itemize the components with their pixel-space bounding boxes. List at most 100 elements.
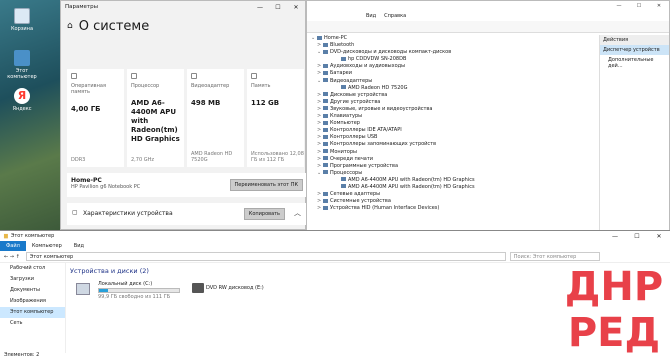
tree-node[interactable]: > Контроллеры IDE ATA/ATAPI xyxy=(311,127,601,134)
actions-header: Действия xyxy=(600,35,669,45)
devmgr-title: Диспетчер устройств xyxy=(309,3,366,9)
nav-item-desktop[interactable]: Рабочий стол xyxy=(0,263,65,274)
minimize-icon[interactable]: — xyxy=(609,3,629,9)
tree-node[interactable]: > Программные устройства xyxy=(311,163,601,170)
card-storage: Память 112 GB Использовано 12,08 ГБ из 1… xyxy=(247,69,304,167)
device-characteristics-panel: ▢ Характеристики устройства Копировать ︿ xyxy=(67,203,307,225)
nav-item-pictures[interactable]: Изображения xyxy=(0,296,65,307)
device-icon xyxy=(323,70,328,75)
device-icon xyxy=(341,177,346,182)
search-input[interactable]: Поиск: Этот компьютер xyxy=(509,252,600,261)
device-icon xyxy=(323,99,328,104)
tree-node[interactable]: > Звуковые, игровые и видеоустройства xyxy=(311,106,601,113)
nav-item-downloads[interactable]: Загрузки xyxy=(0,274,65,285)
rename-pc-button[interactable]: Переименовать этот ПК xyxy=(229,179,303,191)
back-icon[interactable]: ← xyxy=(4,254,8,260)
tree-node[interactable]: AMD A6-4400M APU with Radeon(tm) HD Grap… xyxy=(311,177,601,184)
device-icon xyxy=(341,56,346,61)
device-icon xyxy=(323,78,328,83)
tree-node[interactable]: hp CDDVDW SN-208DB xyxy=(311,56,601,63)
device-icon xyxy=(323,198,328,203)
desktop-icon-yandex[interactable]: Я Яндекс xyxy=(4,88,40,112)
tree-node[interactable]: > Сетевые адаптеры xyxy=(311,191,601,198)
device-icon xyxy=(323,141,328,146)
tree-node[interactable]: ⌄ Процессоры xyxy=(311,170,601,177)
info-icon: ▢ xyxy=(72,209,78,216)
desktop-icon-recycle-bin[interactable]: Корзина xyxy=(4,8,40,32)
device-icon xyxy=(341,184,346,189)
group-header[interactable]: Устройства и диски (2) xyxy=(70,267,149,275)
action-more[interactable]: Дополнительные дей... xyxy=(600,55,669,71)
tree-node[interactable]: > Устройства HID (Human Interface Devices… xyxy=(311,205,601,212)
ribbon-computer-tab[interactable]: Компьютер xyxy=(26,243,68,249)
ribbon-view-tab[interactable]: Вид xyxy=(68,243,90,249)
menu-view[interactable]: Вид xyxy=(366,13,376,19)
ribbon-file-tab[interactable]: Файл xyxy=(0,241,26,251)
tree-node[interactable]: ⌄ Видеоадаптеры xyxy=(311,78,601,85)
storage-icon xyxy=(251,73,257,79)
address-input[interactable]: Этот компьютер xyxy=(25,252,506,261)
device-icon xyxy=(323,92,328,97)
menu-file[interactable]: Файл xyxy=(311,13,325,19)
drive-c[interactable]: Локальный диск (C:) 99,9 ГБ свободно из … xyxy=(76,281,186,303)
device-icon xyxy=(323,149,328,153)
home-icon[interactable]: ⌂ xyxy=(67,21,73,31)
tree-node[interactable]: > Системные устройства xyxy=(311,198,601,205)
device-icon xyxy=(323,42,328,47)
menu-help[interactable]: Справка xyxy=(384,13,406,19)
svg-text:РЕД: РЕД xyxy=(568,310,660,354)
nav-item-this-pc[interactable]: Этот компьютер xyxy=(0,307,65,318)
devmgr-toolbar xyxy=(307,21,669,33)
tree-node[interactable]: > Дисковые устройства xyxy=(311,92,601,99)
yandex-icon: Я xyxy=(14,88,30,104)
device-tree: ⌄ Home-PC > Bluetooth ⌄ DVD-дисководы и диско… xyxy=(311,35,601,212)
tree-node[interactable]: ⌄ Home-PC xyxy=(311,35,601,42)
tree-node[interactable]: > Контроллеры USB xyxy=(311,134,601,141)
tree-node[interactable]: AMD Radeon HD 7520G xyxy=(311,85,601,92)
drive-usage-bar xyxy=(98,288,180,293)
tree-node[interactable]: > Клавиатуры xyxy=(311,113,601,120)
close-icon[interactable]: ✕ xyxy=(649,3,669,9)
tree-node[interactable]: ⌄ DVD-дисководы и дисководы компакт-диско… xyxy=(311,49,601,56)
folder-icon: ▆ xyxy=(4,233,8,239)
tree-node[interactable]: AMD A6-4400M APU with Radeon(tm) HD Grap… xyxy=(311,184,601,191)
tree-node[interactable]: > Компьютер xyxy=(311,120,601,127)
maximize-icon[interactable]: ☐ xyxy=(626,233,648,240)
page-title: О системе xyxy=(78,18,150,34)
action-device-manager[interactable]: Диспетчер устройств xyxy=(600,45,669,55)
desktop-icon-this-pc[interactable]: Этот компьютер xyxy=(4,50,40,80)
tree-node[interactable]: > Мониторы xyxy=(311,149,601,156)
tree-node[interactable]: > Аудиовходы и аудиовыходы xyxy=(311,63,601,70)
tree-node[interactable]: > Очереди печати xyxy=(311,156,601,163)
device-icon xyxy=(323,63,328,68)
nav-item-network[interactable]: Сеть xyxy=(0,318,65,329)
nav-item-documents[interactable]: Документы xyxy=(0,285,65,296)
maximize-icon[interactable]: ☐ xyxy=(269,4,287,11)
tree-node[interactable]: > Контроллеры запоминающих устройств xyxy=(311,141,601,148)
drive-e[interactable]: DVD RW дисковод (E:) xyxy=(192,283,302,305)
ram-icon xyxy=(71,73,77,79)
tree-node[interactable]: > Другие устройства xyxy=(311,99,601,106)
recycle-bin-icon xyxy=(14,8,30,24)
maximize-icon[interactable]: ☐ xyxy=(629,3,649,9)
device-icon xyxy=(323,156,328,161)
chevron-up-icon[interactable]: ︿ xyxy=(294,208,301,218)
tree-node[interactable]: > Батареи xyxy=(311,70,601,77)
navigation-pane: Рабочий стол Загрузки Документы Изображе… xyxy=(0,263,66,353)
actions-pane: Действия Диспетчер устройств Дополнитель… xyxy=(599,35,669,235)
device-icon xyxy=(323,205,328,210)
dvd-drive-icon xyxy=(192,283,204,293)
svg-text:ДНР: ДНР xyxy=(565,264,663,310)
close-icon[interactable]: ✕ xyxy=(287,4,305,11)
minimize-icon[interactable]: — xyxy=(604,233,626,240)
minimize-icon[interactable]: — xyxy=(251,4,269,11)
up-icon[interactable]: ↑ xyxy=(16,254,20,260)
explorer-title: Этот компьютер xyxy=(10,233,55,239)
menu-action[interactable]: Действие xyxy=(333,13,358,19)
close-icon[interactable]: ✕ xyxy=(648,233,670,240)
forward-icon[interactable]: → xyxy=(10,254,14,260)
dnr-watermark-logo: ДНР РЕД xyxy=(565,264,663,354)
settings-titlebar: Параметры — ☐ ✕ xyxy=(61,1,305,13)
tree-node[interactable]: > Bluetooth xyxy=(311,42,601,49)
copy-button[interactable]: Копировать xyxy=(243,208,285,220)
